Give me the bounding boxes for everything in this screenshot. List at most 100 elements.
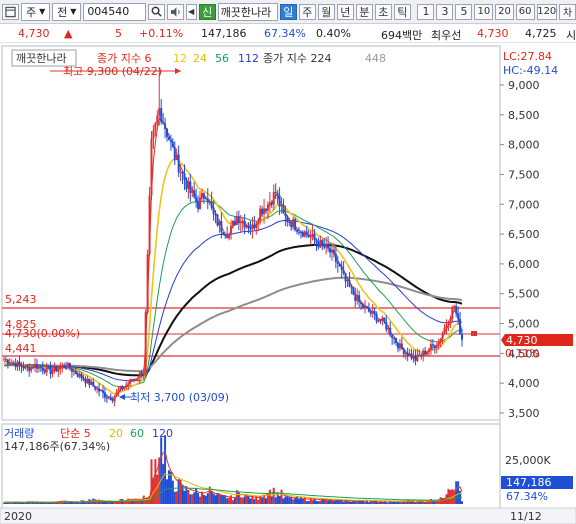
candle-body xyxy=(418,354,421,356)
date-label: 11/12 xyxy=(510,510,542,523)
candle-body xyxy=(175,154,178,160)
candle-body xyxy=(288,221,291,223)
volume-bar xyxy=(115,501,118,504)
candle-body xyxy=(338,263,341,267)
speaker-button[interactable] xyxy=(166,3,184,20)
candle-body xyxy=(78,373,81,377)
candle-body xyxy=(189,181,192,193)
candle-body xyxy=(45,366,48,373)
volume-bar xyxy=(206,493,209,504)
current-price: 4,730 xyxy=(18,27,50,40)
period-year-button[interactable]: 년 xyxy=(336,3,354,20)
overflow-button[interactable]: 차 xyxy=(558,3,576,20)
candle-body xyxy=(410,353,413,359)
volume-text: 147,186주(67.34%) xyxy=(4,440,110,453)
window-icon[interactable] xyxy=(2,3,19,20)
candle-body xyxy=(375,314,378,322)
chart-area[interactable]: 3,500 4,000 4,500 5,000 5,500 6,000 6,500 7,000… xyxy=(0,44,576,524)
period-week-button[interactable]: 주 xyxy=(298,3,316,20)
candle-body xyxy=(408,353,411,356)
volume-bar xyxy=(274,497,277,504)
market-select[interactable]: 주 ▼ xyxy=(21,2,51,21)
candle-body xyxy=(426,351,429,355)
candle-body xyxy=(336,261,339,264)
period-tick-button[interactable]: 틱 xyxy=(393,3,411,20)
stock-code-value: 004540 xyxy=(87,5,130,18)
new-badge[interactable]: 신 xyxy=(198,3,216,20)
volume-bar xyxy=(379,501,382,504)
interval-10-button[interactable]: 10 xyxy=(474,3,494,20)
candle-body xyxy=(282,204,285,214)
interval-20-button[interactable]: 20 xyxy=(495,3,514,20)
stock-code-input[interactable]: 004540 xyxy=(83,2,146,21)
interval-5-button[interactable]: 5 xyxy=(455,3,473,20)
volume-bar xyxy=(193,492,196,504)
candle-body xyxy=(340,266,343,270)
candle-body xyxy=(210,201,213,208)
volume-bar xyxy=(315,500,318,504)
candle-body xyxy=(206,198,209,203)
stock-chart-svg[interactable]: 3,5004,0004,5005,0005,5006,0006,5007,000… xyxy=(0,44,576,524)
best-ask-price: 4,730 xyxy=(477,27,509,40)
period-month-button[interactable]: 월 xyxy=(317,3,335,20)
interval-120-button[interactable]: 120 xyxy=(536,3,557,20)
volume-bar xyxy=(241,497,244,504)
candle-body xyxy=(253,224,256,228)
volume-bar xyxy=(400,502,403,504)
candle-body xyxy=(171,141,174,148)
candle-body xyxy=(185,179,188,189)
search-button[interactable] xyxy=(147,3,165,20)
level-label-ref: 4,730(0.00%) xyxy=(5,327,80,340)
search-icon xyxy=(151,6,162,17)
candle-body xyxy=(412,355,415,359)
candle-body xyxy=(348,279,351,287)
volume-bar xyxy=(296,495,299,504)
candle-body xyxy=(435,345,438,348)
candle-body xyxy=(402,348,405,355)
interval-1-button[interactable]: 1 xyxy=(417,3,435,20)
candle-body xyxy=(321,240,324,245)
interval-60-button[interactable]: 60 xyxy=(515,3,535,20)
candle-body xyxy=(179,171,182,173)
candle-body xyxy=(199,197,202,209)
period-day-button[interactable]: 일 xyxy=(279,3,297,20)
candle-body xyxy=(59,367,62,369)
level-label-pct: 0.11% xyxy=(505,347,540,360)
candle-body xyxy=(35,363,38,369)
candle-body xyxy=(53,366,56,371)
candle-body xyxy=(367,307,370,312)
volume-bar xyxy=(362,500,365,504)
volume-bar xyxy=(404,501,407,504)
candle-body xyxy=(26,365,29,368)
candle-body xyxy=(327,244,330,249)
volume-bar xyxy=(204,495,207,504)
volume-bar xyxy=(284,496,287,504)
candle-body xyxy=(451,307,454,319)
volume-bar xyxy=(6,502,9,504)
volume-bar xyxy=(387,502,390,504)
current-price-tag-label: 4,730 xyxy=(506,334,538,347)
candle-body xyxy=(43,370,46,373)
candle-body xyxy=(266,204,269,211)
volume-bar xyxy=(175,491,178,504)
volume-bar xyxy=(414,502,417,504)
period-minute-button[interactable]: 분 xyxy=(355,3,373,20)
candle-body xyxy=(447,323,450,326)
type-select[interactable]: 전 ▼ xyxy=(52,2,82,21)
candle-body xyxy=(204,198,207,200)
candle-body xyxy=(88,378,91,386)
arrow-left-button[interactable]: ◀ xyxy=(185,3,197,20)
interval-3-button[interactable]: 3 xyxy=(436,3,454,20)
volume-bar xyxy=(367,502,370,504)
candle-body xyxy=(131,379,134,381)
candle-body xyxy=(136,377,139,379)
candle-body xyxy=(55,366,58,372)
candle-body xyxy=(299,231,302,233)
period-second-button[interactable]: 초 xyxy=(374,3,392,20)
candle-body xyxy=(123,386,126,389)
volume-bar xyxy=(3,502,5,504)
volume-ma-120: 120 xyxy=(152,427,173,440)
candle-body xyxy=(138,372,141,378)
candle-body xyxy=(121,385,124,389)
candle-body xyxy=(30,366,33,371)
